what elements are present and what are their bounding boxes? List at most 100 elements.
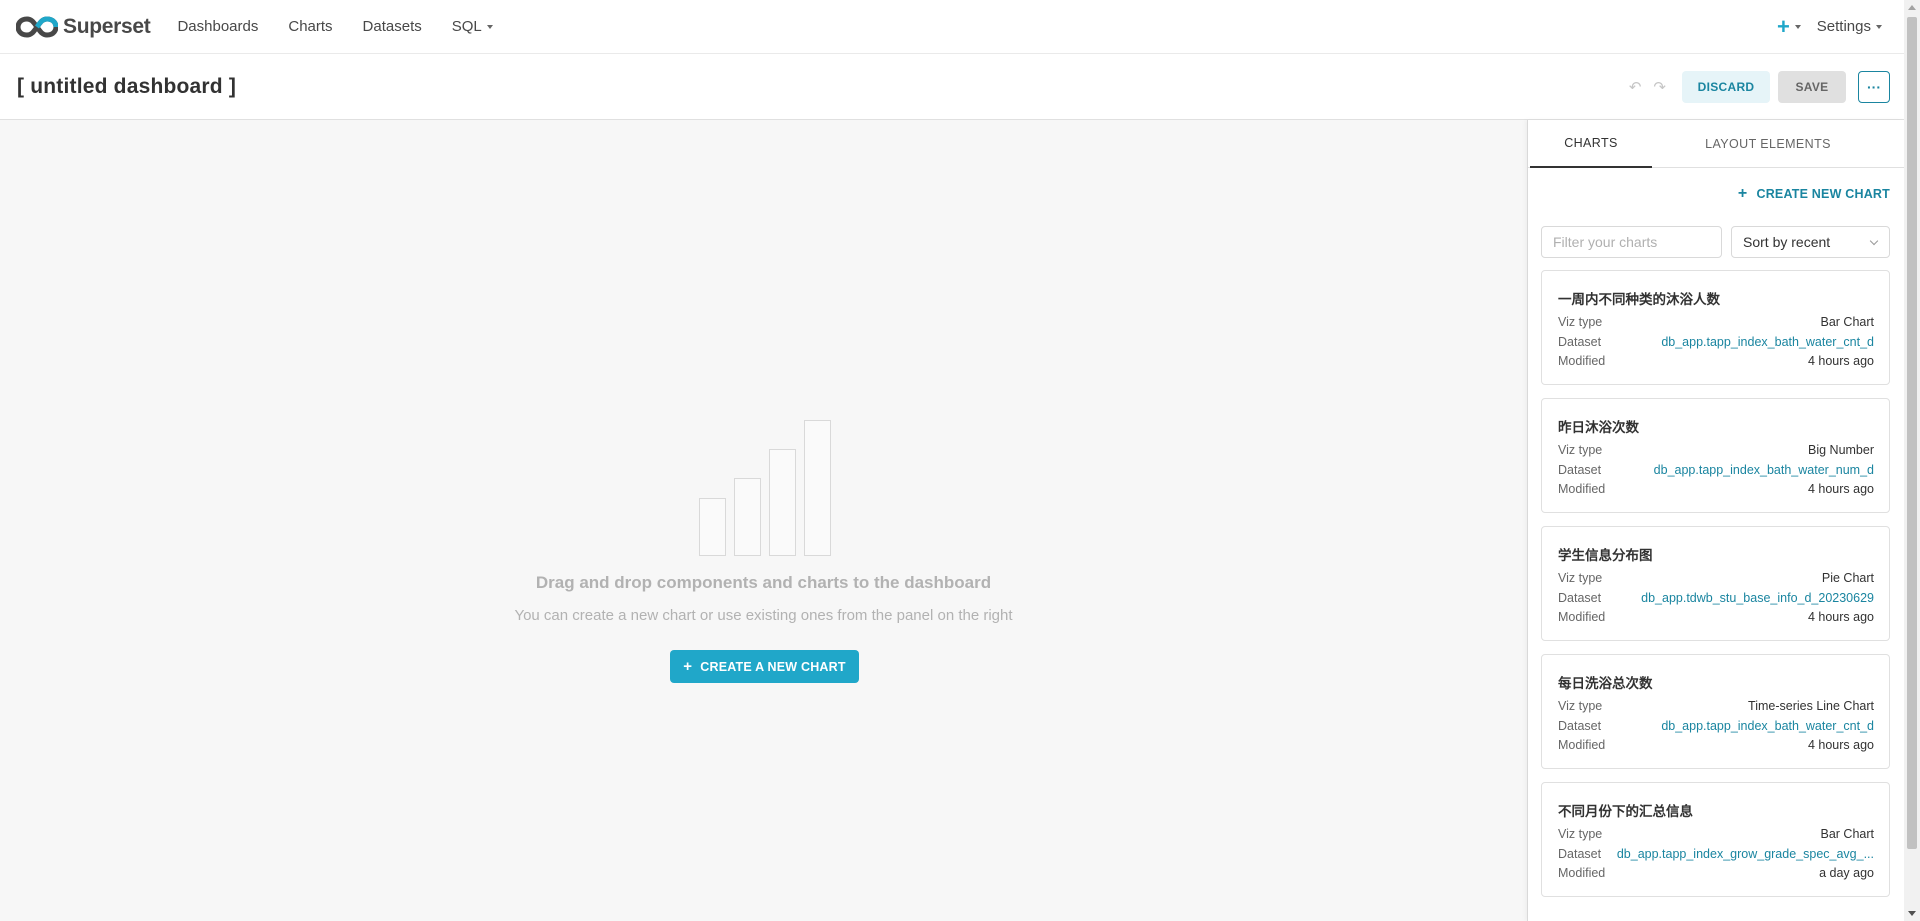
chart-card-modified-row: Modified 4 hours ago [1558,352,1874,370]
viz-type-value: Big Number [1808,443,1874,457]
caret-down-icon [486,24,493,29]
chart-card[interactable]: 一周内不同种类的沐浴人数 Viz type Bar Chart Dataset db… [1541,270,1890,385]
nav-sql-label: SQL [451,18,482,35]
tab-charts[interactable]: CHARTS [1530,120,1652,168]
plus-icon: + [1776,13,1790,39]
plus-icon: + [683,658,693,675]
chart-card-viz-row: Viz type Bar Chart [1558,313,1874,331]
plus-icon: + [1737,185,1748,202]
chart-card-viz-row: Viz type Big Number [1558,441,1874,459]
builder-side-panel: CHARTS LAYOUT ELEMENTS + CREATE NEW CHAR… [1527,120,1904,921]
chart-card-dataset-row: Dataset db_app.tdwb_stu_base_info_d_20230… [1558,589,1874,607]
undo-icon[interactable]: ↶ [1629,78,1642,96]
dataset-link[interactable]: db_app.tapp_index_bath_water_num_d [1654,463,1874,477]
dataset-label: Dataset [1558,591,1602,605]
dataset-label: Dataset [1558,847,1602,861]
brand-logo[interactable]: Superset [16,0,151,54]
chart-card-title: 昨日沐浴次数 [1558,420,1639,436]
nav-datasets[interactable]: Datasets [348,0,437,54]
chart-card-dataset-row: Dataset db_app.tapp_index_grow_grade_spec… [1558,845,1874,863]
chart-card[interactable]: 昨日沐浴次数 Viz type Big Number Dataset db_app.… [1541,398,1890,513]
modified-label: Modified [1558,482,1606,496]
dataset-link[interactable]: db_app.tapp_index_bath_water_cnt_d [1661,335,1874,349]
chart-card-viz-row: Viz type Time-series Line Chart [1558,697,1874,715]
caret-down-icon [1876,24,1882,29]
modified-value: 4 hours ago [1807,610,1874,624]
superset-app: Superset Dashboards Charts Datasets SQL … [0,0,1920,921]
modified-label: Modified [1558,354,1606,368]
dashboard-title[interactable]: [ untitled dashboard ] [17,75,236,99]
viz-type-label: Viz type [1558,827,1603,841]
viz-type-value: Pie Chart [1821,571,1874,585]
modified-value: 4 hours ago [1807,738,1874,752]
chart-card[interactable]: 每日洗浴总次数 Viz type Time-series Line Chart D… [1541,654,1890,769]
chart-card-viz-row: Viz type Pie Chart [1558,569,1874,587]
sort-select[interactable]: Sort by recent [1731,226,1890,258]
header-actions: ↶ ↷ DISCARD SAVE ··· [1617,70,1890,103]
chart-card-title: 不同月份下的汇总信息 [1558,804,1693,820]
viz-type-value: Bar Chart [1820,827,1875,841]
dataset-link[interactable]: db_app.tapp_index_grow_grade_spec_avg_..… [1617,847,1874,861]
viz-type-value: Time-series Line Chart [1748,699,1874,713]
redo-icon[interactable]: ↷ [1653,78,1666,96]
nav-charts[interactable]: Charts [273,0,347,54]
nav-right: + Settings [1765,0,1886,54]
create-new-chart-link-label: CREATE NEW CHART [1756,187,1890,201]
viz-type-value: Bar Chart [1820,315,1875,329]
nav-sql[interactable]: SQL [437,0,508,54]
modified-value: 4 hours ago [1807,482,1874,496]
chart-card-dataset-row: Dataset db_app.tapp_index_bath_water_num_… [1558,461,1874,479]
dashboard-header: [ untitled dashboard ] ↶ ↷ DISCARD SAVE … [0,54,1904,120]
chart-card-dataset-row: Dataset db_app.tapp_index_bath_water_cnt_… [1558,717,1874,735]
nav-dashboards-label: Dashboards [177,18,259,35]
nav-dashboards[interactable]: Dashboards [162,0,273,54]
filter-charts-input[interactable] [1541,226,1722,258]
dataset-link[interactable]: db_app.tdwb_stu_base_info_d_20230629 [1641,591,1874,605]
chart-card-modified-row: Modified 4 hours ago [1558,608,1874,626]
chart-card-modified-row: Modified 4 hours ago [1558,736,1874,754]
settings-menu[interactable]: Settings [1813,18,1886,35]
chart-card-title: 每日洗浴总次数 [1558,676,1653,692]
dashboard-canvas[interactable]: Drag and drop components and charts to t… [0,120,1527,921]
dataset-label: Dataset [1558,335,1602,349]
empty-state: Drag and drop components and charts to t… [0,120,1527,921]
undo-redo-group: ↶ ↷ [1617,78,1666,96]
more-options-button[interactable]: ··· [1858,70,1890,103]
chart-card[interactable]: 不同月份下的汇总信息 Viz type Bar Chart Dataset db_a… [1541,782,1890,897]
ellipsis-icon: ··· [1867,78,1881,95]
viz-type-label: Viz type [1558,571,1603,585]
create-new-chart-button[interactable]: + CREATE A NEW CHART [670,650,859,683]
brand-name: Superset [63,14,151,38]
page-scrollbar[interactable] [1904,0,1920,921]
modified-value: a day ago [1819,866,1874,880]
chart-card-dataset-row: Dataset db_app.tapp_index_bath_water_cnt_… [1558,333,1874,351]
chart-card[interactable]: 学生信息分布图 Viz type Pie Chart Dataset db_app.… [1541,526,1890,641]
viz-type-label: Viz type [1558,315,1603,329]
viz-type-label: Viz type [1558,443,1603,457]
scroll-up-icon[interactable] [1908,5,1916,10]
nav-datasets-label: Datasets [362,18,422,35]
new-item-menu[interactable]: + [1765,0,1813,54]
chart-card-viz-row: Viz type Bar Chart [1558,825,1874,843]
save-button[interactable]: SAVE [1778,70,1846,103]
chart-card-modified-row: Modified 4 hours ago [1558,480,1874,498]
top-navbar: Superset Dashboards Charts Datasets SQL … [0,0,1904,54]
modified-label: Modified [1558,866,1606,880]
chart-card-title: 学生信息分布图 [1558,548,1653,564]
superset-logo-icon [16,15,58,38]
caret-down-icon [1794,24,1801,29]
main-menu: Dashboards Charts Datasets SQL [162,0,507,54]
scroll-down-icon[interactable] [1908,911,1916,916]
dataset-label: Dataset [1558,463,1602,477]
empty-state-subtitle: You can create a new chart or use existi… [514,607,1013,624]
sort-select-value: Sort by recent [1743,234,1831,250]
dataset-link[interactable]: db_app.tapp_index_bath_water_cnt_d [1661,719,1874,733]
panel-tabs: CHARTS LAYOUT ELEMENTS [1528,120,1904,168]
settings-label: Settings [1816,18,1871,35]
create-new-chart-label: CREATE A NEW CHART [700,659,846,674]
create-new-chart-link[interactable]: + CREATE NEW CHART [1738,186,1890,202]
discard-button[interactable]: DISCARD [1682,70,1770,103]
empty-state-title: Drag and drop components and charts to t… [535,573,992,592]
tab-layout-elements[interactable]: LAYOUT ELEMENTS [1678,120,1858,168]
scrollbar-thumb[interactable] [1907,17,1917,849]
